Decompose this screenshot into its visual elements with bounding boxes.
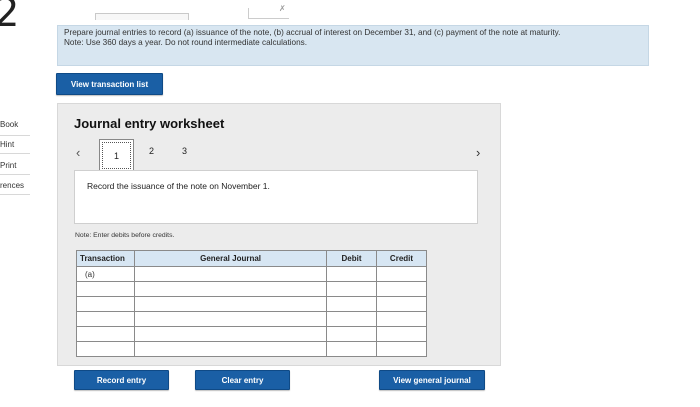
credit-input[interactable]	[375, 326, 428, 342]
debits-credits-note: Note: Enter debits before credits.	[75, 232, 175, 239]
account-input[interactable]	[134, 266, 327, 282]
record-entry-button[interactable]: Record entry	[74, 370, 169, 390]
instructions-note: Note: Use 360 days a year. Do not round …	[64, 38, 308, 47]
transaction-cell: (a)	[75, 266, 136, 282]
transaction-cell	[75, 296, 136, 312]
transaction-cell	[75, 326, 136, 342]
question-number: 2	[0, 0, 20, 36]
record-instruction-box: Record the issuance of the note on Novem…	[74, 170, 478, 224]
top-tab-strip	[95, 13, 189, 20]
clear-entry-button[interactable]: Clear entry	[195, 370, 290, 390]
close-mark-icon: ✗	[279, 4, 286, 13]
debit-input[interactable]	[325, 326, 377, 342]
rail-link-print[interactable]: Print	[0, 161, 16, 170]
credit-input[interactable]	[375, 341, 428, 357]
header-debit: Debit	[325, 250, 377, 267]
journal-entry-worksheet: Journal entry worksheet ‹ 1 2 3 › Record…	[57, 103, 501, 366]
page-tab-2[interactable]: 2	[149, 146, 154, 156]
credit-input[interactable]	[375, 266, 428, 282]
left-rail: 2 Book Hint Print rences	[0, 0, 40, 407]
table-row	[75, 326, 428, 342]
credit-input[interactable]	[375, 296, 428, 312]
rail-divider	[0, 174, 30, 175]
debit-input[interactable]	[325, 341, 377, 357]
table-row	[75, 281, 428, 297]
account-input[interactable]	[134, 341, 327, 357]
debit-input[interactable]	[325, 281, 377, 297]
chevron-left-icon[interactable]: ‹	[76, 145, 80, 160]
chevron-right-icon[interactable]: ›	[476, 145, 480, 160]
header-credit: Credit	[375, 250, 428, 267]
transaction-label: (a)	[85, 269, 95, 279]
rail-link-book[interactable]: Book	[0, 120, 18, 129]
account-input[interactable]	[134, 281, 327, 297]
credit-input[interactable]	[375, 311, 428, 327]
header-transaction: Transaction	[75, 250, 136, 267]
table-row	[75, 296, 428, 312]
journal-table: Transaction General Journal Debit Credit…	[75, 250, 428, 357]
table-row	[75, 311, 428, 327]
rail-divider	[0, 194, 30, 195]
transaction-cell	[75, 281, 136, 297]
instructions-text: Prepare journal entries to record (a) is…	[64, 28, 561, 37]
page-tab-3[interactable]: 3	[182, 146, 187, 156]
view-transaction-list-button[interactable]: View transaction list	[56, 73, 163, 95]
rail-link-hint[interactable]: Hint	[0, 140, 14, 149]
debit-input[interactable]	[325, 296, 377, 312]
view-general-journal-button[interactable]: View general journal	[379, 370, 485, 390]
rail-divider	[0, 135, 30, 136]
transaction-cell	[75, 311, 136, 327]
rail-link-references[interactable]: rences	[0, 181, 24, 190]
rail-divider	[0, 153, 30, 154]
header-general-journal: General Journal	[134, 250, 327, 267]
debit-input[interactable]	[325, 311, 377, 327]
debit-input[interactable]	[325, 266, 377, 282]
table-row	[75, 341, 428, 357]
account-input[interactable]	[134, 326, 327, 342]
account-input[interactable]	[134, 296, 327, 312]
account-input[interactable]	[134, 311, 327, 327]
transaction-cell	[75, 341, 136, 357]
instructions-panel: Prepare journal entries to record (a) is…	[57, 25, 649, 66]
credit-input[interactable]	[375, 281, 428, 297]
page-tab-1[interactable]: 1	[99, 139, 134, 172]
table-row: (a)	[75, 266, 428, 282]
worksheet-title: Journal entry worksheet	[74, 116, 225, 131]
record-instruction-text: Record the issuance of the note on Novem…	[87, 181, 270, 191]
